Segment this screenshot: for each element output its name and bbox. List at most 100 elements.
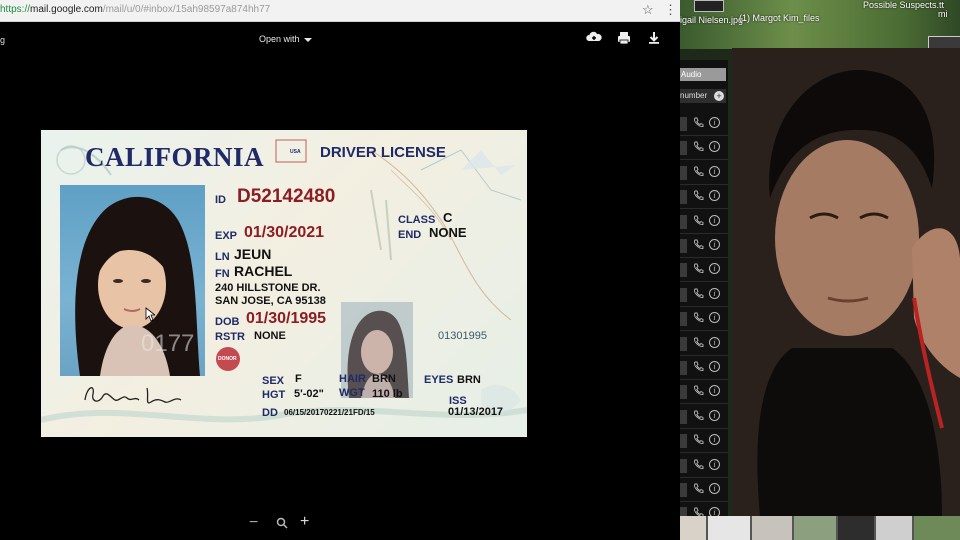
address-bar[interactable]: https://mail.google.com/mail/u/0/#inbox/… [0, 0, 680, 22]
dob-value: 01/30/1995 [246, 310, 327, 327]
info-icon[interactable]: i [709, 483, 720, 494]
phone-icon[interactable] [693, 337, 704, 348]
address-line1: 240 HILLSTONE DR. [215, 282, 321, 294]
dd-value: 06/15/20170221/21FD/15 [284, 408, 375, 417]
info-icon[interactable]: i [709, 385, 720, 397]
thumbnail[interactable] [914, 516, 960, 540]
info-icon[interactable]: i [709, 263, 720, 275]
contact-row[interactable]: i [680, 333, 728, 356]
info-icon[interactable]: i [709, 312, 720, 324]
desktop-file-4[interactable]: mi [938, 9, 948, 19]
info-icon[interactable]: i [709, 117, 720, 128]
contact-avatar [680, 263, 687, 278]
phone-icon[interactable] [693, 312, 704, 323]
desktop-file-3[interactable]: Possible Suspects.tt [863, 0, 944, 10]
info-icon[interactable]: i [709, 361, 720, 372]
rstr-label: RSTR [215, 331, 245, 343]
info-icon[interactable]: i [709, 287, 720, 299]
download-icon[interactable] [646, 30, 662, 46]
url-scheme: https:// [0, 4, 31, 15]
contact-avatar [680, 458, 687, 473]
contact-row[interactable]: i [680, 211, 728, 234]
last-name: JEUN [234, 246, 272, 262]
contact-row[interactable]: i [680, 259, 728, 283]
phone-icon[interactable] [693, 385, 704, 396]
info-icon[interactable]: i [709, 165, 720, 177]
audio-button[interactable]: Audio [680, 68, 726, 81]
phone-icon[interactable] [693, 215, 704, 226]
add-number-row[interactable]: number + [680, 89, 726, 103]
phone-icon[interactable] [693, 459, 704, 470]
contact-avatar [680, 190, 687, 205]
add-icon[interactable]: + [714, 91, 724, 101]
contact-avatar [680, 409, 687, 424]
exp-value: 01/30/2021 [244, 224, 325, 241]
address-line2: SAN JOSE, CA 95138 [215, 295, 326, 307]
contact-row[interactable]: i [680, 357, 728, 380]
phone-icon[interactable] [693, 361, 704, 372]
attachment-filename: g [0, 35, 6, 45]
sequence-number: 01301995 [438, 330, 487, 342]
phone-icon[interactable] [693, 117, 704, 128]
fn-label: FN [215, 268, 230, 280]
eyes-label: EYES [424, 374, 454, 386]
first-name: RACHEL [234, 263, 293, 279]
phone-icon[interactable] [693, 141, 704, 152]
phone-icon[interactable] [693, 288, 704, 299]
url-text[interactable]: https://mail.google.com/mail/u/0/#inbox/… [0, 4, 270, 15]
zoom-out-button[interactable]: − [249, 514, 258, 532]
contact-row[interactable]: i [680, 455, 728, 478]
hair-label: HAIR [339, 373, 366, 385]
contact-avatar [680, 483, 687, 497]
info-icon[interactable]: i [709, 214, 720, 226]
phone-icon[interactable] [693, 166, 704, 177]
contact-row[interactable]: i [680, 113, 728, 136]
contact-row[interactable]: i [680, 381, 728, 405]
info-icon[interactable]: i [709, 458, 720, 470]
phone-icon[interactable] [693, 263, 704, 274]
contact-row[interactable]: i [680, 430, 728, 454]
zoom-magnifier-icon[interactable] [276, 517, 288, 529]
file-thumbnail[interactable] [694, 0, 724, 12]
video-call-panel: igail Nielsen.jpg (1) Margot Kim_files P… [680, 0, 960, 540]
contact-row[interactable]: i [680, 186, 728, 210]
desktop-file-1[interactable]: igail Nielsen.jpg [680, 15, 743, 25]
thumbnail[interactable] [838, 516, 874, 540]
thumbnail[interactable] [876, 516, 912, 540]
bookmark-star-icon[interactable]: ☆ [642, 2, 654, 18]
desktop-file-2[interactable]: (1) Margot Kim_files [739, 13, 820, 23]
contact-row[interactable]: i [680, 284, 728, 307]
info-icon[interactable]: i [709, 434, 720, 446]
browser-menu-icon[interactable]: ⋮ [664, 2, 677, 18]
signature-image [84, 387, 182, 404]
info-icon[interactable]: i [709, 141, 720, 153]
phone-icon[interactable] [693, 434, 704, 445]
thumbnail[interactable] [752, 516, 792, 540]
thumbnail[interactable] [708, 516, 750, 540]
info-icon[interactable]: i [709, 190, 720, 202]
info-icon[interactable]: i [709, 239, 720, 250]
number-label: number [680, 91, 708, 100]
add-to-drive-icon[interactable] [586, 30, 602, 46]
contact-avatar [680, 336, 687, 351]
print-icon[interactable] [616, 30, 632, 46]
phone-icon[interactable] [693, 190, 704, 201]
dd-label: DD [262, 407, 278, 419]
contact-row[interactable]: i [680, 162, 728, 185]
contact-row[interactable]: i [680, 235, 728, 258]
contact-row[interactable]: i [680, 137, 728, 161]
contact-row[interactable]: i [680, 406, 728, 429]
phone-icon[interactable] [693, 483, 704, 494]
zoom-in-button[interactable]: + [300, 513, 309, 531]
contact-row[interactable]: i [680, 308, 728, 332]
phone-icon[interactable] [693, 239, 704, 250]
info-icon[interactable]: i [709, 409, 720, 421]
contact-avatar [680, 117, 687, 131]
contact-avatar [680, 141, 687, 156]
contact-row[interactable]: i [680, 479, 728, 502]
info-icon[interactable]: i [709, 336, 720, 348]
phone-icon[interactable] [693, 410, 704, 421]
open-with-button[interactable]: Open with [259, 34, 312, 44]
thumbnail[interactable] [680, 516, 706, 540]
thumbnail[interactable] [794, 516, 836, 540]
